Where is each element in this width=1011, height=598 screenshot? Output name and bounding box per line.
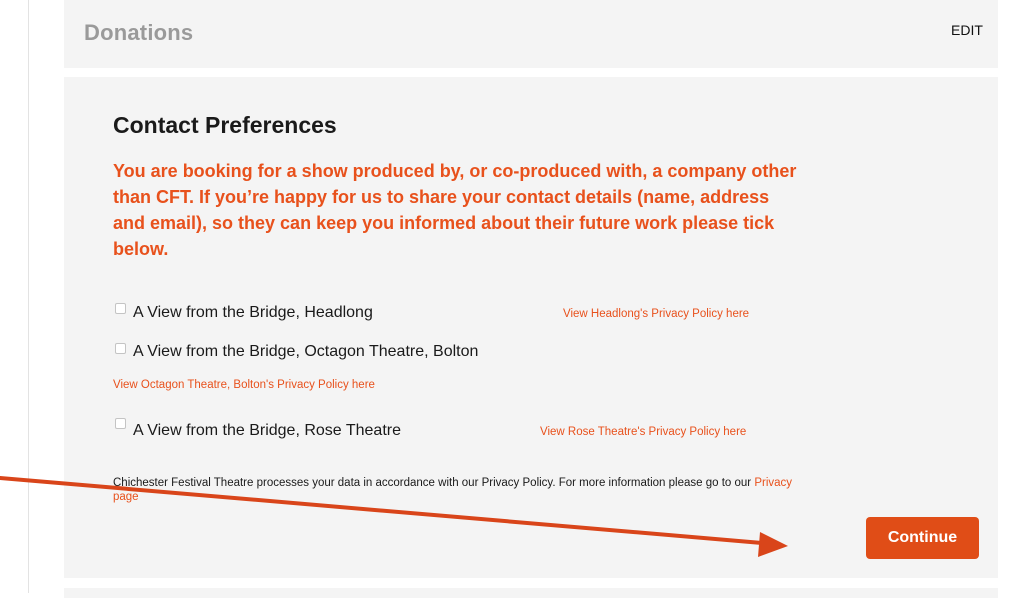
next-panel — [64, 588, 998, 598]
item-label-octagon: A View from the Bridge, Octagon Theatre,… — [133, 343, 479, 360]
checkbox-octagon[interactable] — [115, 343, 126, 354]
continue-button[interactable]: Continue — [866, 517, 979, 559]
headlong-privacy-link[interactable]: View Headlong's Privacy Policy here — [563, 308, 749, 320]
rose-privacy-link[interactable]: View Rose Theatre's Privacy Policy here — [540, 426, 746, 438]
checkbox-headlong[interactable] — [115, 303, 126, 314]
edit-donations-link[interactable]: EDIT — [951, 22, 983, 38]
checkbox-rose[interactable] — [115, 418, 126, 429]
contact-notice: You are booking for a show produced by, … — [113, 161, 797, 259]
item-label-headlong: A View from the Bridge, Headlong — [133, 304, 373, 321]
contact-preferences-title: Contact Preferences — [113, 112, 337, 138]
item-label-rose: A View from the Bridge, Rose Theatre — [133, 422, 401, 439]
donations-panel — [64, 0, 998, 68]
left-window-edge — [0, 0, 29, 593]
privacy-footnote: Chichester Festival Theatre processes yo… — [113, 476, 803, 504]
footnote-text: Chichester Festival Theatre processes yo… — [113, 477, 755, 489]
octagon-privacy-link[interactable]: View Octagon Theatre, Bolton's Privacy P… — [113, 379, 375, 391]
donations-title: Donations — [84, 20, 194, 45]
